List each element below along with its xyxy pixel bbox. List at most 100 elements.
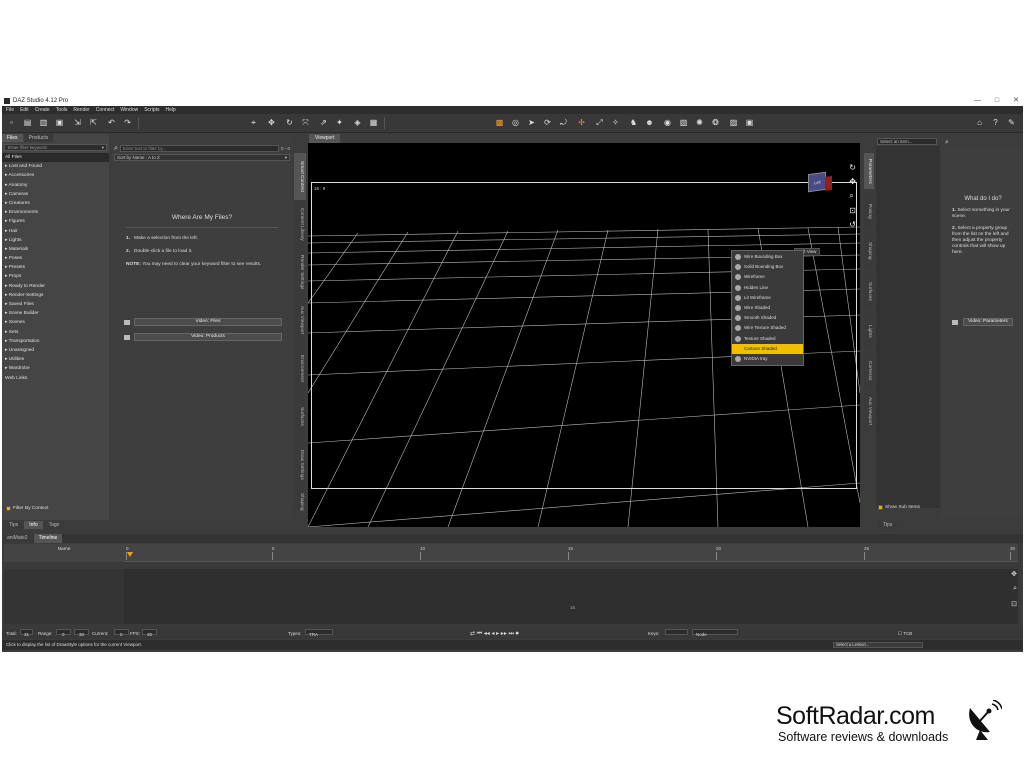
pointer-icon[interactable]: ➤ <box>526 117 537 128</box>
view-cube[interactable]: Left <box>808 171 832 193</box>
target-icon[interactable]: ◎ <box>510 117 521 128</box>
drawstyle-wireframe[interactable]: Wireframe <box>732 272 803 282</box>
move-icon[interactable]: ✥ <box>1011 570 1017 578</box>
help-icon[interactable]: ? <box>990 117 1001 128</box>
node-select-icon[interactable]: ⌖ <box>248 117 259 128</box>
drawstyle-lit-wireframe[interactable]: Lit Wireframe <box>732 293 803 303</box>
list-item[interactable]: ▸ Wardrobe <box>2 364 109 373</box>
render-camera-icon[interactable]: ▨ <box>728 117 739 128</box>
total-frames-field[interactable]: 31 <box>20 629 34 637</box>
sort-dropdown[interactable]: Sort by Name : A to Z <box>114 154 290 161</box>
reset-view-icon[interactable]: ↺ <box>849 220 856 229</box>
playback-controls[interactable]: ⇄ ⏮ ◂◂ ◂ ▸ ▸▸ ⏭ ⏺ <box>470 629 519 639</box>
render-settings-icon[interactable]: ▩ <box>494 117 505 128</box>
tab-content-library[interactable]: Content Library <box>294 201 306 248</box>
keyword-filter-dropdown[interactable]: Enter filter keyword <box>4 144 107 151</box>
scale-view-icon[interactable]: ⤢ <box>594 117 605 128</box>
fps-field[interactable]: 30 <box>142 629 158 637</box>
universal-tool-icon[interactable]: ✥ <box>266 117 277 128</box>
list-item[interactable]: ▸ Anatomy <box>2 181 109 190</box>
list-item[interactable]: ▸ Scene Builder <box>2 309 109 318</box>
menu-edit[interactable]: Edit <box>20 106 29 114</box>
timeline-tracks[interactable]: 15 <box>4 569 1018 624</box>
list-item[interactable]: ▸ Transportation <box>2 337 109 346</box>
list-item[interactable]: ▸ Sets <box>2 328 109 337</box>
range-end-field[interactable]: 30 <box>74 629 90 637</box>
show-sub-items-checkbox[interactable]: Show Sub Items <box>878 505 920 510</box>
move-icon[interactable]: ✢ <box>576 117 587 128</box>
tab-info[interactable]: Info <box>24 521 43 529</box>
translate-tool-icon[interactable]: ⤧ <box>300 117 311 128</box>
list-item[interactable]: ▸ Cameras <box>2 190 109 199</box>
home-icon[interactable]: ⌂ <box>974 117 985 128</box>
menu-file[interactable]: File <box>6 106 14 114</box>
list-item[interactable]: ▸ Props <box>2 272 109 281</box>
geometry-editor-icon[interactable]: ▦ <box>368 117 379 128</box>
drawstyle-nvidia-iray[interactable]: NVIDIA Iray <box>732 354 803 364</box>
surface-selection-icon[interactable]: ◈ <box>352 117 363 128</box>
scale-tool-icon[interactable]: ⇗ <box>318 117 329 128</box>
zoom-icon[interactable]: ⌕ <box>849 191 856 201</box>
menu-scripts[interactable]: Scripts <box>144 106 159 114</box>
tab-render-settings[interactable]: Render Settings <box>294 249 306 296</box>
list-item[interactable]: All Files <box>2 153 109 163</box>
drawstyle-hidden-line[interactable]: Hidden Line <box>732 283 803 293</box>
pin-icon[interactable]: ✎ <box>1006 117 1017 128</box>
search-input[interactable]: Enter text to filter by... <box>119 145 279 152</box>
minimize-button[interactable]: — <box>974 96 981 106</box>
tab-files[interactable]: Files <box>2 134 23 142</box>
head-icon[interactable]: ◉ <box>662 117 673 128</box>
rotate-view-icon[interactable]: ⟳ <box>542 117 553 128</box>
render-library-icon[interactable]: ▣ <box>744 117 755 128</box>
list-item[interactable]: ▸ Hair <box>2 227 109 236</box>
video-files-button[interactable]: Video: Files <box>134 318 282 326</box>
tab-shaping-right[interactable]: Shaping <box>864 233 874 269</box>
tab-draw-settings[interactable]: Draw Settings <box>294 441 306 488</box>
video-products-button[interactable]: Video: Products <box>134 333 282 341</box>
tab-aux-viewport[interactable]: Aux Viewport <box>294 297 306 344</box>
zoom-icon[interactable]: ⌕ <box>1013 585 1017 593</box>
new-file-icon[interactable]: ▫ <box>6 117 17 128</box>
menu-help[interactable]: Help <box>166 106 176 114</box>
save-icon[interactable]: ▣ <box>54 117 65 128</box>
redo-icon[interactable]: ↷ <box>122 117 133 128</box>
menu-tools[interactable]: Tools <box>56 106 68 114</box>
list-item[interactable]: ▸ Figures <box>2 217 109 226</box>
tab-environment[interactable]: Environment <box>294 345 306 392</box>
open-folder-icon[interactable]: ▤ <box>22 117 33 128</box>
drawstyle-texture-shaded[interactable]: Texture Shaded <box>732 334 803 344</box>
pan-icon[interactable]: ✥ <box>849 177 856 186</box>
list-item[interactable]: ▸ Unassigned <box>2 346 109 355</box>
viewport-tab[interactable]: Viewport <box>309 134 341 143</box>
frame-icon[interactable]: ⊡ <box>849 206 856 215</box>
list-item[interactable]: ▸ Accessories <box>2 171 109 180</box>
drawstyle-solid-bounding-box[interactable]: Solid Bounding Box <box>732 262 803 272</box>
tab-tags[interactable]: Tags <box>43 521 65 529</box>
tab-products[interactable]: Products <box>23 134 54 142</box>
menu-window[interactable]: Window <box>120 106 138 114</box>
range-start-field[interactable]: 0 <box>56 629 71 637</box>
keys-field[interactable] <box>665 629 689 635</box>
export-icon[interactable]: ⇱ <box>88 117 99 128</box>
figure-icon[interactable]: ☻ <box>644 117 655 128</box>
tab-tips[interactable]: Tips <box>4 521 24 529</box>
node-dropdown[interactable]: Node <box>692 629 738 637</box>
joint-editor-icon[interactable]: ✦ <box>334 117 345 128</box>
undo-icon[interactable]: ↶ <box>106 117 117 128</box>
tab-cameras[interactable]: Cameras <box>864 353 874 389</box>
list-item[interactable]: ▸ Presets <box>2 263 109 272</box>
frame-icon[interactable]: ⊡ <box>1011 600 1017 608</box>
list-item[interactable]: ▸ Saved Files <box>2 300 109 309</box>
playhead-marker[interactable] <box>127 552 133 557</box>
import-icon[interactable]: ⇲ <box>72 117 83 128</box>
camera-icon[interactable]: ▧ <box>678 117 689 128</box>
drawstyle-wire-shaded[interactable]: Wire Shaded <box>732 303 803 313</box>
list-item[interactable]: ▸ Render-Settings <box>2 291 109 300</box>
list-item[interactable]: ▸ Creatures <box>2 199 109 208</box>
scene-item-select[interactable]: Select an Item... <box>877 138 937 145</box>
render-icon[interactable]: ❂ <box>710 117 721 128</box>
search-icon[interactable]: ⌕ <box>945 139 949 147</box>
list-item[interactable]: ▸ Scenes <box>2 318 109 327</box>
maximize-button[interactable]: □ <box>995 96 999 106</box>
rotate-icon[interactable]: ↻ <box>849 163 856 172</box>
